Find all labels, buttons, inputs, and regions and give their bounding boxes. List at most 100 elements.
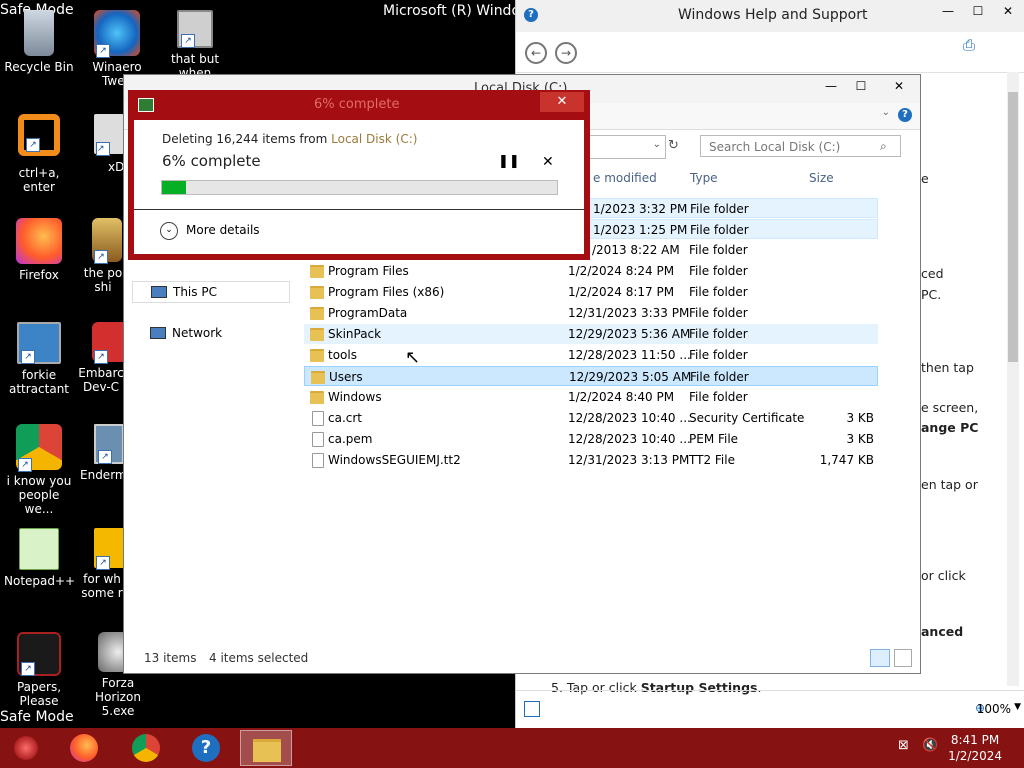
folder-icon bbox=[310, 349, 324, 362]
deleting-source-link[interactable]: Local Disk (C:) bbox=[331, 132, 417, 146]
close-button[interactable]: ✕ bbox=[882, 75, 916, 97]
desktop-icon-notepadpp[interactable]: Notepad++ bbox=[4, 528, 75, 588]
desktop-icon-forkie[interactable]: ↗ forkie attractant bbox=[4, 322, 74, 396]
chevron-down-icon[interactable]: ⌄ bbox=[653, 139, 661, 150]
desktop-icon-for-wh[interactable]: ↗ for wh some r bbox=[80, 528, 124, 600]
more-details-label: More details bbox=[186, 223, 260, 237]
file-operation-icon bbox=[138, 98, 154, 112]
row-type: File folder bbox=[689, 306, 748, 320]
column-header-size[interactable]: Size bbox=[809, 171, 834, 185]
table-row[interactable]: SkinPack 12/29/2023 5:36 AM File folder bbox=[304, 324, 878, 344]
help-text-fragment: anced bbox=[921, 624, 964, 639]
help-text-fragment: PC. bbox=[921, 287, 942, 302]
help-options-icon[interactable] bbox=[524, 701, 540, 717]
help-text-fragment: e screen, bbox=[921, 400, 979, 415]
desktop-icon-label: ctrl+a, enter bbox=[18, 166, 60, 194]
shortcut-arrow-icon: ↗ bbox=[96, 556, 110, 570]
close-button[interactable]: ✕ bbox=[540, 92, 584, 112]
row-date: 1/2/2024 8:24 PM bbox=[568, 264, 675, 278]
details-view-icon[interactable] bbox=[870, 649, 890, 667]
address-bar[interactable]: ⌄ bbox=[584, 135, 666, 159]
folder-icon bbox=[311, 371, 325, 384]
start-orb-icon bbox=[14, 736, 38, 760]
print-icon[interactable]: ⎙ bbox=[963, 36, 975, 54]
minimize-button[interactable]: — bbox=[931, 0, 965, 22]
table-row[interactable]: ca.pem 12/28/2023 10:40 ... PEM File 3 K… bbox=[304, 429, 878, 449]
minimize-button[interactable]: — bbox=[814, 75, 848, 97]
close-button[interactable]: ✕ bbox=[991, 0, 1024, 22]
nav-label: This PC bbox=[173, 285, 217, 299]
help-icon[interactable]: ? bbox=[898, 108, 912, 122]
start-button[interactable] bbox=[0, 730, 52, 766]
desktop-icon-firefox[interactable]: Firefox bbox=[4, 218, 74, 282]
row-name: SkinPack bbox=[328, 327, 382, 341]
nav-item-network[interactable]: Network bbox=[132, 323, 288, 343]
maximize-button[interactable]: ☐ bbox=[961, 0, 995, 22]
row-date: 12/28/2023 10:40 ... bbox=[568, 432, 691, 446]
desktop-icon-that-but-when[interactable]: ↗ that but when bbox=[156, 10, 234, 80]
desktop-icon-ctrl-a[interactable]: ↗ ctrl+a, enter bbox=[4, 114, 74, 194]
certificate-file-icon bbox=[312, 411, 324, 426]
row-type: TT2 File bbox=[689, 453, 735, 467]
column-header-date-modified[interactable]: e modified bbox=[593, 171, 657, 185]
row-date: 1/2023 3:32 PM bbox=[593, 202, 688, 216]
desktop-icon-xd[interactable]: ↗ xD bbox=[78, 114, 124, 174]
taskbar-help[interactable]: ? bbox=[180, 730, 232, 766]
desktop-icon-enderman[interactable]: ↗ Enderm bbox=[80, 424, 124, 482]
embarcadero-icon: ↗ bbox=[92, 322, 124, 364]
media-file-icon: ↗ bbox=[92, 218, 122, 264]
table-row[interactable]: ProgramData 12/31/2023 3:33 PM File fold… bbox=[304, 303, 878, 323]
desktop-icon-label: Forza Horizon 5.exe bbox=[95, 676, 141, 718]
folder-icon bbox=[310, 328, 324, 341]
dialog-content: Deleting 16,244 items from Local Disk (C… bbox=[134, 120, 584, 254]
row-name: tools bbox=[328, 348, 357, 362]
back-arrow-icon[interactable]: ← bbox=[525, 42, 547, 64]
search-icon[interactable]: ⌕ bbox=[880, 139, 887, 154]
help-scrollbar[interactable] bbox=[1007, 72, 1019, 686]
desktop-icon-embarcadero[interactable]: ↗ Embarc Dev-C bbox=[78, 322, 124, 394]
cancel-button[interactable]: ✕ bbox=[542, 154, 554, 170]
row-name: ca.pem bbox=[328, 432, 373, 446]
taskbar-chrome[interactable] bbox=[120, 730, 172, 766]
chevron-down-icon[interactable]: ▼ bbox=[1014, 702, 1021, 712]
search-input[interactable]: Search Local Disk (C:) bbox=[700, 135, 901, 157]
help-titlebar: ? Windows Help and Support — ☐ ✕ bbox=[516, 0, 1024, 32]
table-row[interactable]: Program Files (x86) 1/2/2024 8:17 PM Fil… bbox=[304, 282, 878, 302]
table-row[interactable]: WindowsSEGUIEMJ.tt2 12/31/2023 3:13 PM T… bbox=[304, 450, 878, 470]
dialog-titlebar: 6% complete ✕ bbox=[128, 90, 590, 120]
table-row-selected[interactable]: Users 12/29/2023 5:05 AM File folder bbox=[304, 366, 878, 386]
desktop-icon-recycle-bin[interactable]: Recycle Bin bbox=[4, 10, 74, 74]
table-row[interactable]: Program Files 1/2/2024 8:24 PM File fold… bbox=[304, 261, 878, 281]
maximize-button[interactable]: ☐ bbox=[844, 75, 878, 97]
nav-item-this-pc[interactable]: This PC bbox=[132, 281, 290, 303]
shortcut-arrow-icon: ↗ bbox=[26, 138, 40, 152]
firefox-icon bbox=[70, 734, 98, 762]
forward-arrow-icon[interactable]: → bbox=[555, 42, 577, 64]
speaker-muted-icon[interactable]: 🔇 bbox=[922, 738, 938, 753]
taskbar-file-explorer[interactable] bbox=[240, 730, 292, 766]
deleting-prefix: Deleting 16,244 items from bbox=[162, 132, 332, 146]
taskbar-firefox[interactable] bbox=[60, 730, 112, 766]
system-clock[interactable]: 8:41 PM 1/2/2024 bbox=[948, 732, 1002, 764]
large-icons-view-icon[interactable] bbox=[894, 649, 912, 667]
column-header-type[interactable]: Type bbox=[690, 171, 718, 185]
table-row[interactable]: Windows 1/2/2024 8:40 PM File folder bbox=[304, 387, 878, 407]
table-row[interactable]: tools 12/28/2023 11:50 ... File folder bbox=[304, 345, 878, 365]
deleting-status: Deleting 16,244 items from Local Disk (C… bbox=[162, 132, 417, 146]
desktop-icon-chrome-shortcut[interactable]: ↗ i know you people we... bbox=[4, 424, 74, 516]
help-toolbar: ← → ⎙ bbox=[516, 32, 1024, 73]
zoom-level[interactable]: 100% bbox=[977, 702, 1011, 716]
scrollbar-thumb[interactable] bbox=[1008, 92, 1018, 362]
refresh-icon[interactable]: ↻ bbox=[668, 138, 679, 153]
row-type: File folder bbox=[689, 243, 748, 257]
row-date: 1/2/2024 8:17 PM bbox=[568, 285, 675, 299]
divider bbox=[134, 209, 584, 210]
folder-icon bbox=[310, 265, 324, 278]
network-status-icon[interactable]: ⊠ bbox=[898, 738, 909, 753]
shortcut-arrow-icon: ↗ bbox=[94, 250, 108, 264]
chevron-down-icon[interactable]: ⌄ bbox=[882, 107, 890, 118]
pause-button[interactable]: ❚❚ bbox=[498, 154, 520, 169]
table-row[interactable]: ca.crt 12/28/2023 10:40 ... Security Cer… bbox=[304, 408, 878, 428]
desktop-icon-papers-please[interactable]: ↗ Papers, Please bbox=[4, 632, 74, 708]
desktop-icon-the-po[interactable]: ↗ the po shi bbox=[82, 218, 124, 294]
